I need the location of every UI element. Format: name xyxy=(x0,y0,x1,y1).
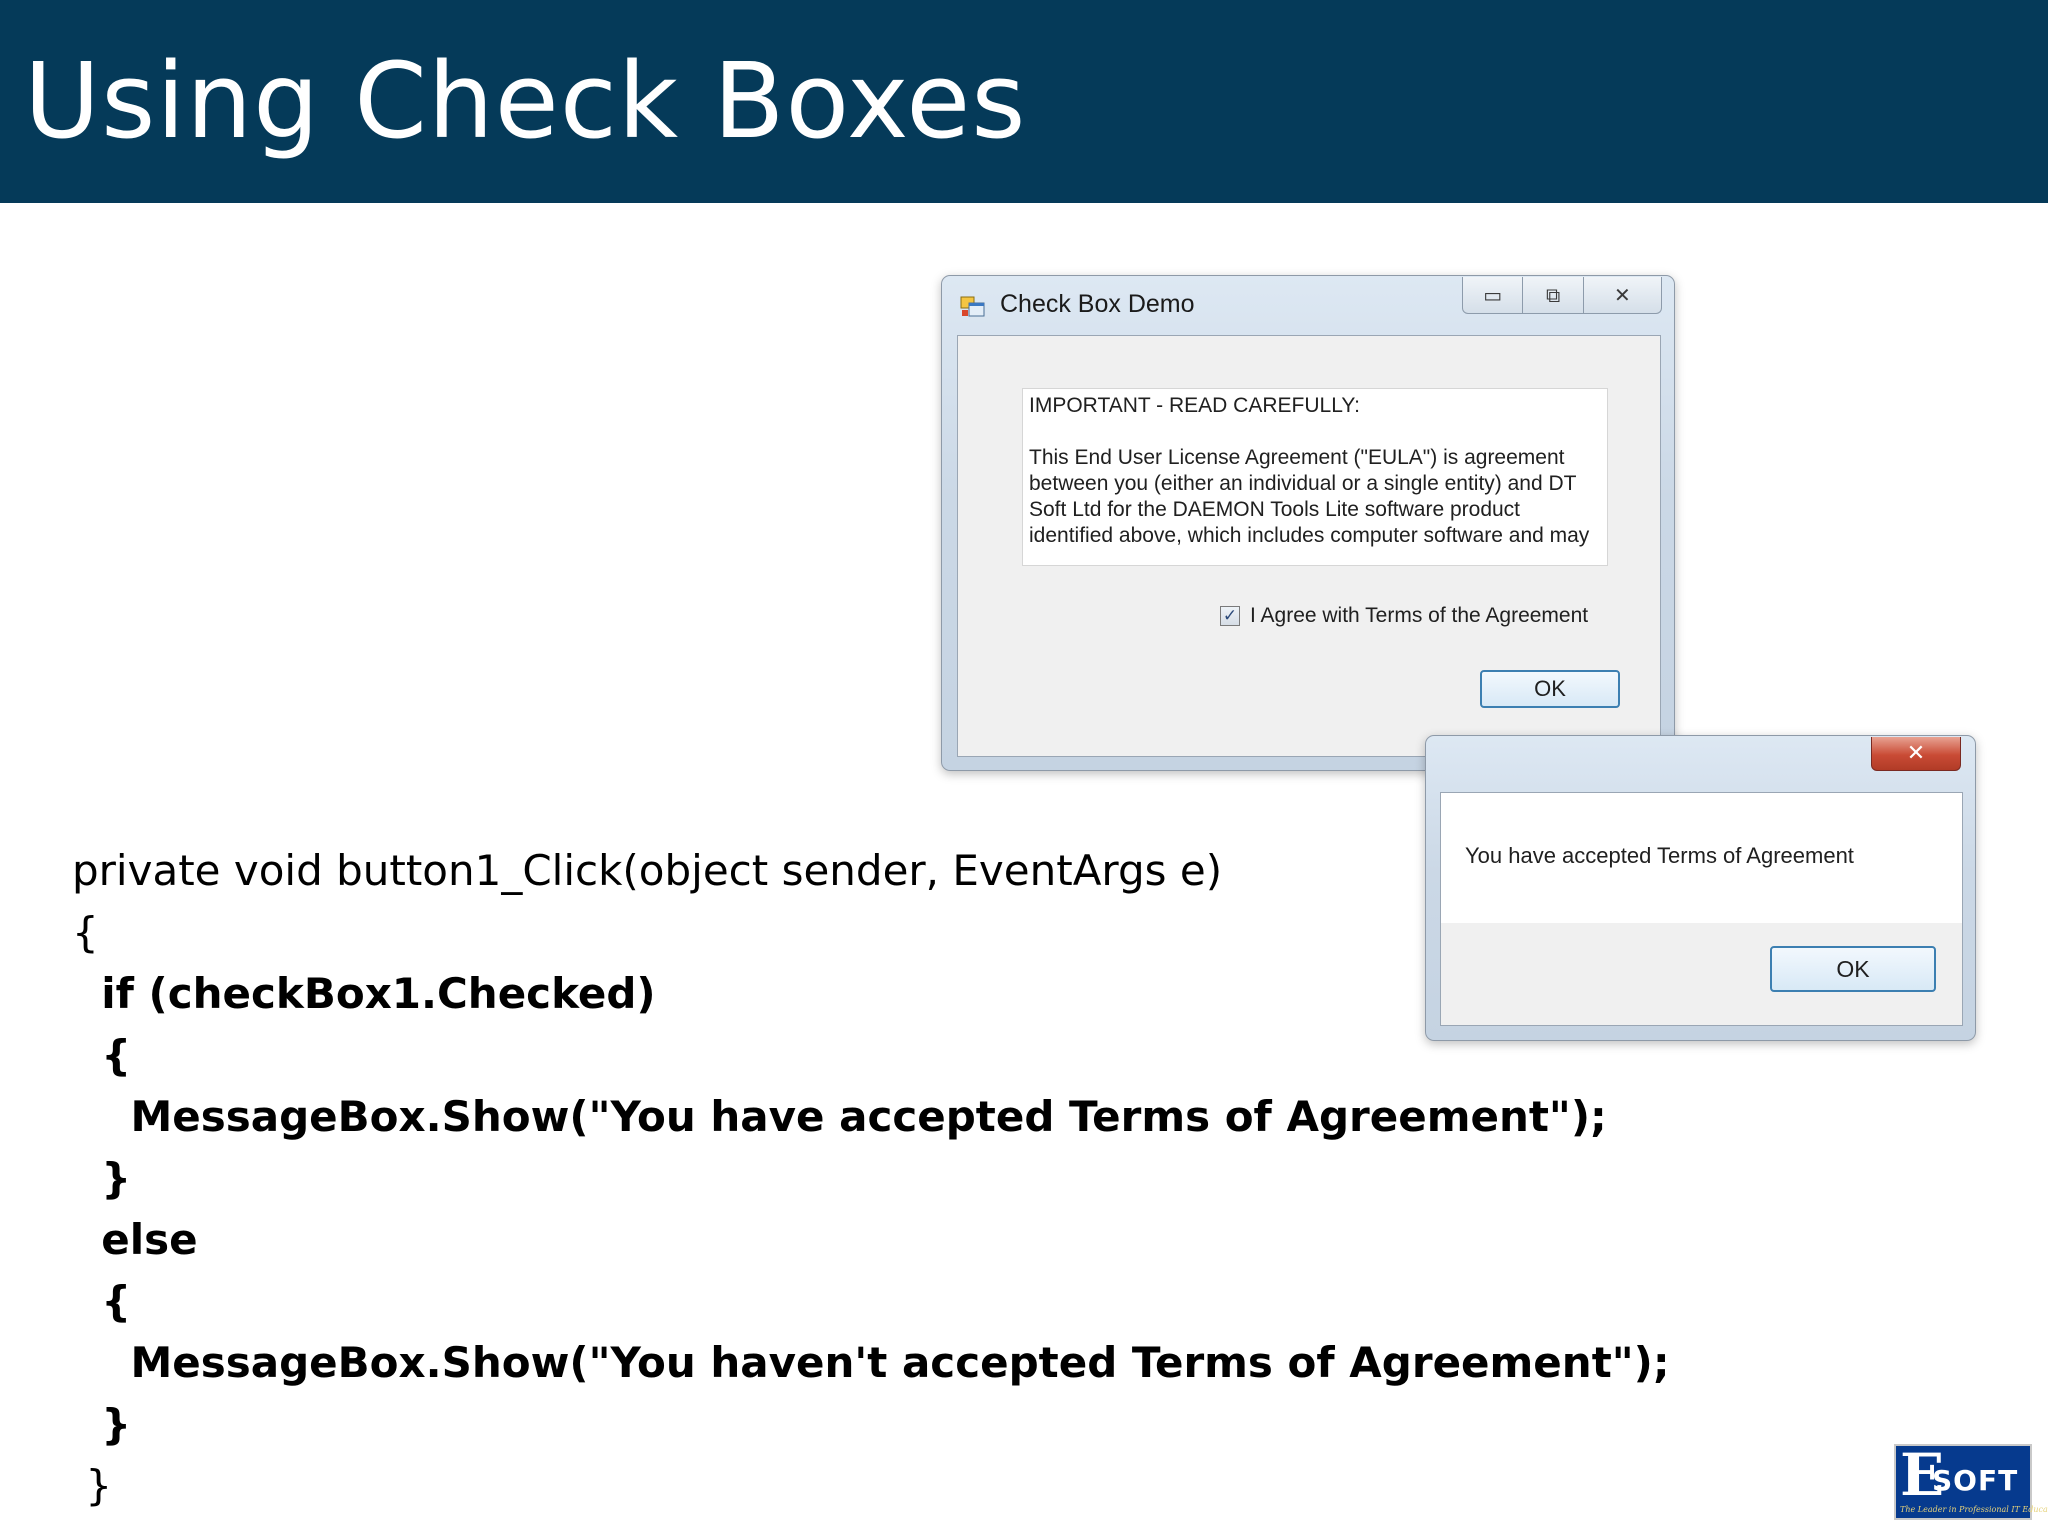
eula-line: identified above, which includes compute… xyxy=(1029,524,1590,547)
code-line: } xyxy=(72,1399,132,1449)
window-controls: ▭ ⧉ ✕ xyxy=(1462,277,1662,314)
eula-textbox[interactable]: IMPORTANT - READ CAREFULLY: This End Use… xyxy=(1022,388,1608,566)
code-line: MessageBox.Show("You have accepted Terms… xyxy=(72,1092,1607,1141)
eula-line-blank xyxy=(1029,419,1601,445)
code-line: { xyxy=(72,1030,132,1080)
eula-line: between you (either an individual or a s… xyxy=(1029,472,1577,495)
message-box-close-button[interactable]: ✕ xyxy=(1871,737,1961,771)
code-listing: private void button1_Click(object sender… xyxy=(72,840,1670,1517)
agree-checkbox[interactable]: ✓ xyxy=(1220,606,1240,626)
window-title: Check Box Demo xyxy=(1000,290,1195,318)
code-line: { xyxy=(72,907,99,957)
logo-word: SOFT xyxy=(1932,1464,2019,1497)
code-line: else xyxy=(72,1215,198,1264)
check-box-demo-window: Check Box Demo ▭ ⧉ ✕ IMPORTANT - READ CA… xyxy=(941,275,1675,771)
esoft-logo: E SOFT The Leader in Professional IT Edu… xyxy=(1894,1444,2048,1520)
code-line: private void button1_Click(object sender… xyxy=(72,846,1223,895)
minimize-button[interactable]: ▭ xyxy=(1463,277,1524,313)
agree-checkbox-row[interactable]: ✓ I Agree with Terms of the Agreement xyxy=(1220,604,1588,628)
code-line: } xyxy=(72,1461,113,1510)
code-line: MessageBox.Show("You haven't accepted Te… xyxy=(72,1338,1670,1387)
dialog-client-area: IMPORTANT - READ CAREFULLY: This End Use… xyxy=(957,335,1661,757)
agree-checkbox-label[interactable]: I Agree with Terms of the Agreement xyxy=(1250,604,1588,628)
title-banner: Using Check Boxes xyxy=(0,0,2048,203)
eula-line: Soft Ltd for the DAEMON Tools Lite softw… xyxy=(1029,498,1521,521)
code-line: } xyxy=(72,1153,132,1203)
eula-line: IMPORTANT - READ CAREFULLY: xyxy=(1029,394,1361,417)
code-line: { xyxy=(72,1276,132,1326)
message-box-ok-button[interactable]: OK xyxy=(1770,946,1936,992)
code-line: if (checkBox1.Checked) xyxy=(72,969,656,1018)
close-button[interactable]: ✕ xyxy=(1584,277,1661,313)
logo-tagline: The Leader in Professional IT Education xyxy=(1900,1505,2048,1514)
app-icon xyxy=(960,296,985,317)
slide-title: Using Check Boxes xyxy=(24,40,1027,162)
ok-button[interactable]: OK xyxy=(1480,670,1620,708)
eula-line: This End User License Agreement ("EULA")… xyxy=(1029,446,1565,469)
maximize-button[interactable]: ⧉ xyxy=(1523,277,1584,313)
checkmark-icon: ✓ xyxy=(1222,606,1238,626)
